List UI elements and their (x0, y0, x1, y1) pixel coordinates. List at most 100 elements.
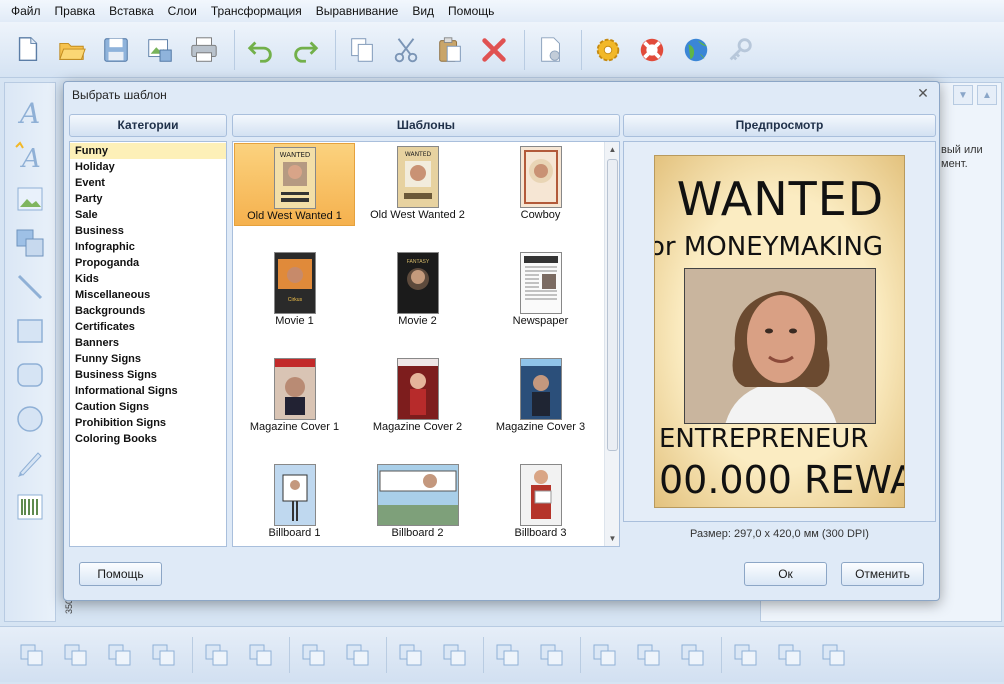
tool-barcode[interactable] (10, 485, 50, 529)
tool-curved-text[interactable]: A (10, 133, 50, 177)
category-item[interactable]: Sale (70, 207, 226, 223)
arrange-button-bring-front[interactable] (12, 635, 52, 675)
arrange-button-flip-horizontal[interactable] (488, 635, 528, 675)
arrange-button-send-back[interactable] (56, 635, 96, 675)
arrange-button-align-right[interactable] (673, 635, 713, 675)
category-item[interactable]: Event (70, 175, 226, 191)
arrange-button-align-top[interactable] (726, 635, 766, 675)
category-item[interactable]: Party (70, 191, 226, 207)
toolbar-button-undo[interactable] (241, 30, 281, 70)
template-item[interactable]: Billboard 2 (357, 461, 478, 544)
menu-item-4[interactable]: Трансформация (204, 0, 309, 22)
toolbar-button-export-image[interactable] (140, 30, 180, 70)
tool-clipart[interactable] (10, 221, 50, 265)
panel-collapse-down-button[interactable]: ▼ (953, 85, 973, 105)
poster-photo (684, 268, 876, 424)
scroll-thumb[interactable] (607, 159, 618, 451)
rounded-rectangle-icon (17, 363, 43, 387)
template-item[interactable]: Cowboy (480, 143, 601, 226)
toolbar-button-open-folder[interactable] (52, 30, 92, 70)
arrange-button-ungroup[interactable] (241, 635, 281, 675)
category-item[interactable]: Business (70, 223, 226, 239)
menu-item-0[interactable]: Файл (4, 0, 48, 22)
category-item[interactable]: Propoganda (70, 255, 226, 271)
toolbar-button-redo[interactable] (285, 30, 325, 70)
panel-collapse-up-button[interactable]: ▲ (977, 85, 997, 105)
tool-pencil[interactable] (10, 441, 50, 485)
scroll-down-arrow[interactable]: ▼ (605, 531, 619, 546)
menu-item-6[interactable]: Вид (405, 0, 441, 22)
category-item[interactable]: Banners (70, 335, 226, 351)
arrange-button-center-horizontal[interactable] (294, 635, 334, 675)
category-item[interactable]: Caution Signs (70, 399, 226, 415)
ok-button[interactable]: Ок (744, 562, 827, 586)
category-item[interactable]: Miscellaneous (70, 287, 226, 303)
category-item[interactable]: Business Signs (70, 367, 226, 383)
category-item[interactable]: Backgrounds (70, 303, 226, 319)
tool-image[interactable] (10, 177, 50, 221)
toolbar-button-key[interactable] (720, 30, 760, 70)
toolbar-button-new-document[interactable] (8, 30, 48, 70)
arrange-button-align-center[interactable] (629, 635, 669, 675)
toolbar-button-web-globe[interactable] (676, 30, 716, 70)
template-thumbnail (519, 252, 562, 314)
tool-text[interactable]: A (10, 89, 50, 133)
template-scrollbar[interactable]: ▲ ▼ (604, 142, 619, 546)
toolbar-button-copy[interactable] (342, 30, 382, 70)
scroll-up-arrow[interactable]: ▲ (605, 142, 619, 157)
template-item[interactable]: Billboard 1 (234, 461, 355, 544)
category-item[interactable]: Holiday (70, 159, 226, 175)
category-item[interactable]: Coloring Books (70, 431, 226, 447)
arrange-button-rotate-right[interactable] (435, 635, 475, 675)
category-item[interactable]: Prohibition Signs (70, 415, 226, 431)
menu-item-5[interactable]: Выравнивание (309, 0, 406, 22)
toolbar-button-save[interactable] (96, 30, 136, 70)
tool-ellipse[interactable] (10, 397, 50, 441)
category-item[interactable]: Kids (70, 271, 226, 287)
category-item[interactable]: Informational Signs (70, 383, 226, 399)
tool-line[interactable] (10, 265, 50, 309)
svg-text:FANTASY: FANTASY (406, 259, 429, 265)
category-item[interactable]: Funny (70, 143, 226, 159)
toolbar-button-delete[interactable] (474, 30, 514, 70)
menu-item-2[interactable]: Вставка (102, 0, 161, 22)
toolbar-button-page-settings[interactable] (531, 30, 571, 70)
cancel-button[interactable]: Отменить (841, 562, 924, 586)
arrange-button-group[interactable] (197, 635, 237, 675)
template-item[interactable]: WANTED Old West Wanted 2 (357, 143, 478, 226)
template-item[interactable]: Magazine Cover 3 (480, 355, 601, 438)
template-item[interactable]: FANTASY Movie 2 (357, 249, 478, 332)
arrange-button-align-left[interactable] (585, 635, 625, 675)
tool-rounded-rectangle[interactable] (10, 353, 50, 397)
toolbar-button-cut[interactable] (386, 30, 426, 70)
arrange-button-align-middle[interactable] (770, 635, 810, 675)
toolbar-button-help-lifebuoy[interactable] (632, 30, 672, 70)
template-item[interactable]: Magazine Cover 2 (357, 355, 478, 438)
arrange-button-rotate-left[interactable] (391, 635, 431, 675)
toolbar-button-paste[interactable] (430, 30, 470, 70)
arrange-button-center-vertical[interactable] (338, 635, 378, 675)
menu-item-3[interactable]: Слои (161, 0, 204, 22)
arrange-button-align-bottom[interactable] (814, 635, 854, 675)
cut-icon (394, 37, 418, 62)
category-item[interactable]: Infographic (70, 239, 226, 255)
arrange-button-send-backward[interactable] (144, 635, 184, 675)
arrange-button-bring-forward[interactable] (100, 635, 140, 675)
menu-item-7[interactable]: Помощь (441, 0, 501, 22)
arrange-button-flip-vertical[interactable] (532, 635, 572, 675)
template-item[interactable]: Cirkus Movie 1 (234, 249, 355, 332)
align-left-icon (593, 644, 616, 665)
help-button[interactable]: Помощь (79, 562, 162, 586)
template-item[interactable]: Billboard 3 (480, 461, 601, 544)
dialog-close-button[interactable]: ✕ (915, 85, 931, 101)
template-item[interactable]: WANTED Old West Wanted 1 (234, 143, 355, 226)
toolbar-button-print[interactable] (184, 30, 224, 70)
svg-text:A: A (17, 97, 40, 127)
tool-rectangle[interactable] (10, 309, 50, 353)
toolbar-button-settings-gear[interactable] (588, 30, 628, 70)
category-item[interactable]: Certificates (70, 319, 226, 335)
template-item[interactable]: Magazine Cover 1 (234, 355, 355, 438)
template-item[interactable]: Newspaper (480, 249, 601, 332)
menu-item-1[interactable]: Правка (48, 0, 103, 22)
category-item[interactable]: Funny Signs (70, 351, 226, 367)
